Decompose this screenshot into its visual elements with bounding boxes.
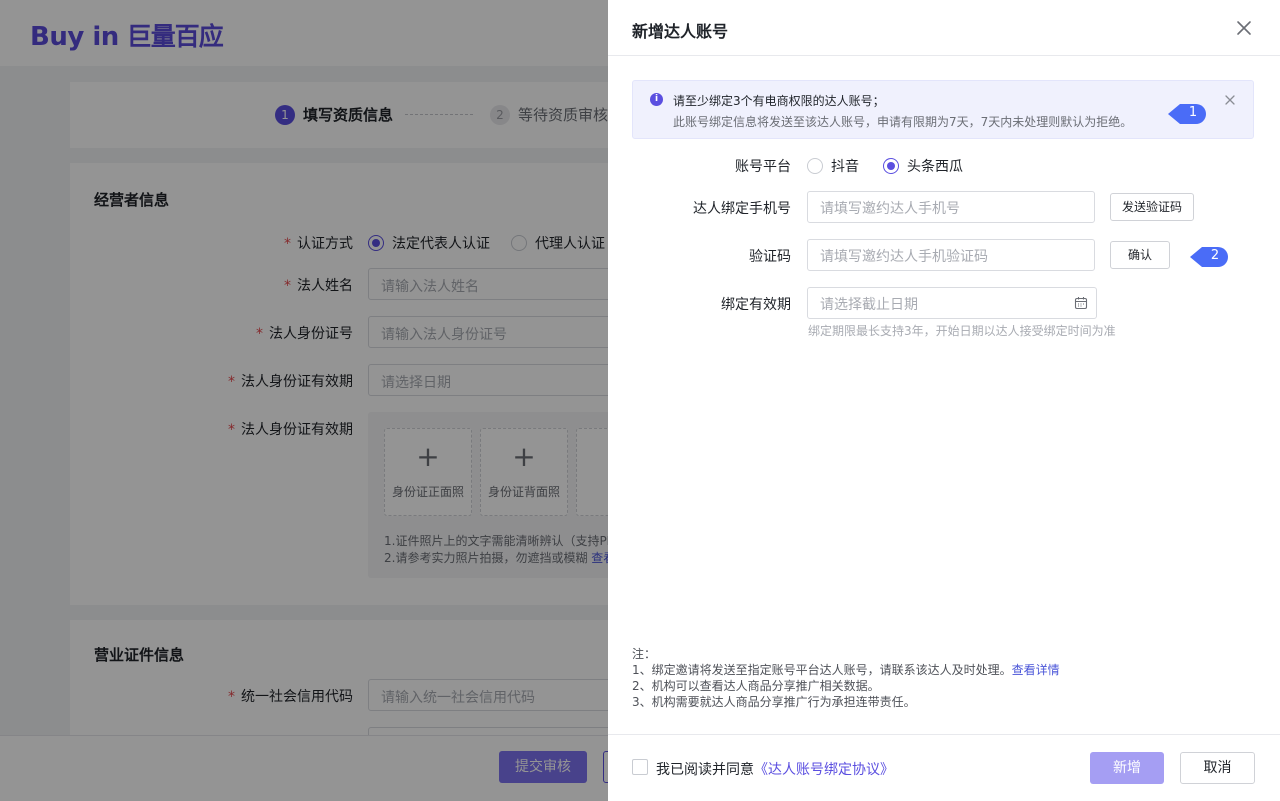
- view-details-link[interactable]: 查看详情: [1012, 663, 1060, 677]
- phone-input[interactable]: 请填写邀约达人手机号: [807, 191, 1095, 223]
- validity-hint: 绑定期限最长支持3年，开始日期以达人接受绑定时间为准: [808, 324, 1116, 338]
- info-icon: i: [650, 93, 663, 106]
- add-creator-drawer: 新增达人账号 i 请至少绑定3个有电商权限的达人账号； 此账号绑定信息将发送至该…: [608, 0, 1280, 801]
- alert-line-1: 请至少绑定3个有电商权限的达人账号；: [673, 94, 885, 108]
- callout-marker-2: 2: [1190, 246, 1228, 268]
- platform-option-toutiao[interactable]: 头条西瓜: [883, 156, 963, 176]
- validity-label: 绑定有效期: [721, 297, 791, 313]
- calendar-icon: [1074, 297, 1088, 310]
- note-2: 2、机构可以查看达人商品分享推广相关数据。: [632, 679, 880, 693]
- alert-line-2: 此账号绑定信息将发送至该达人账号，申请有限期为7天，7天内未处理则默认为拒绝。: [673, 115, 1133, 129]
- agree-text: 我已阅读并同意《达人账号绑定协议》: [656, 762, 894, 778]
- info-alert: i 请至少绑定3个有电商权限的达人账号； 此账号绑定信息将发送至该达人账号，申请…: [632, 80, 1254, 139]
- radio-checked-icon: [883, 158, 899, 174]
- notes-title: 注：: [632, 647, 657, 661]
- platform-option-douyin[interactable]: 抖音: [807, 156, 859, 176]
- close-icon[interactable]: [1232, 16, 1256, 40]
- phone-label: 达人绑定手机号: [693, 201, 791, 217]
- note-1: 1、绑定邀请将发送至指定账号平台达人账号，请联系该达人及时处理。查看详情: [632, 663, 1060, 677]
- add-button[interactable]: 新增: [1090, 752, 1164, 784]
- cancel-button[interactable]: 取消: [1180, 752, 1255, 784]
- drawer-title: 新增达人账号: [632, 22, 729, 41]
- send-code-button[interactable]: 发送验证码: [1110, 193, 1194, 221]
- callout-marker-1: 1: [1168, 103, 1206, 125]
- platform-label: 账号平台: [735, 159, 791, 175]
- validity-date-input[interactable]: 请选择截止日期: [807, 287, 1097, 319]
- notes: 注： 1、绑定邀请将发送至指定账号平台达人账号，请联系该达人及时处理。查看详情 …: [632, 646, 1060, 710]
- agreement-link[interactable]: 《达人账号绑定协议》: [754, 762, 894, 778]
- drawer-header: 新增达人账号: [608, 0, 1280, 56]
- alert-close-icon[interactable]: [1223, 93, 1237, 107]
- radio-icon: [807, 158, 823, 174]
- code-label: 验证码: [749, 249, 791, 265]
- note-3: 3、机构需要就达人商品分享推广行为承担连带责任。: [632, 695, 916, 709]
- confirm-button[interactable]: 确认: [1110, 241, 1170, 269]
- code-input[interactable]: 请填写邀约达人手机验证码: [807, 239, 1095, 271]
- agree-checkbox[interactable]: [632, 759, 648, 775]
- validity-placeholder: 请选择截止日期: [820, 297, 918, 313]
- drawer-footer: 我已阅读并同意《达人账号绑定协议》 新增 取消: [608, 734, 1280, 801]
